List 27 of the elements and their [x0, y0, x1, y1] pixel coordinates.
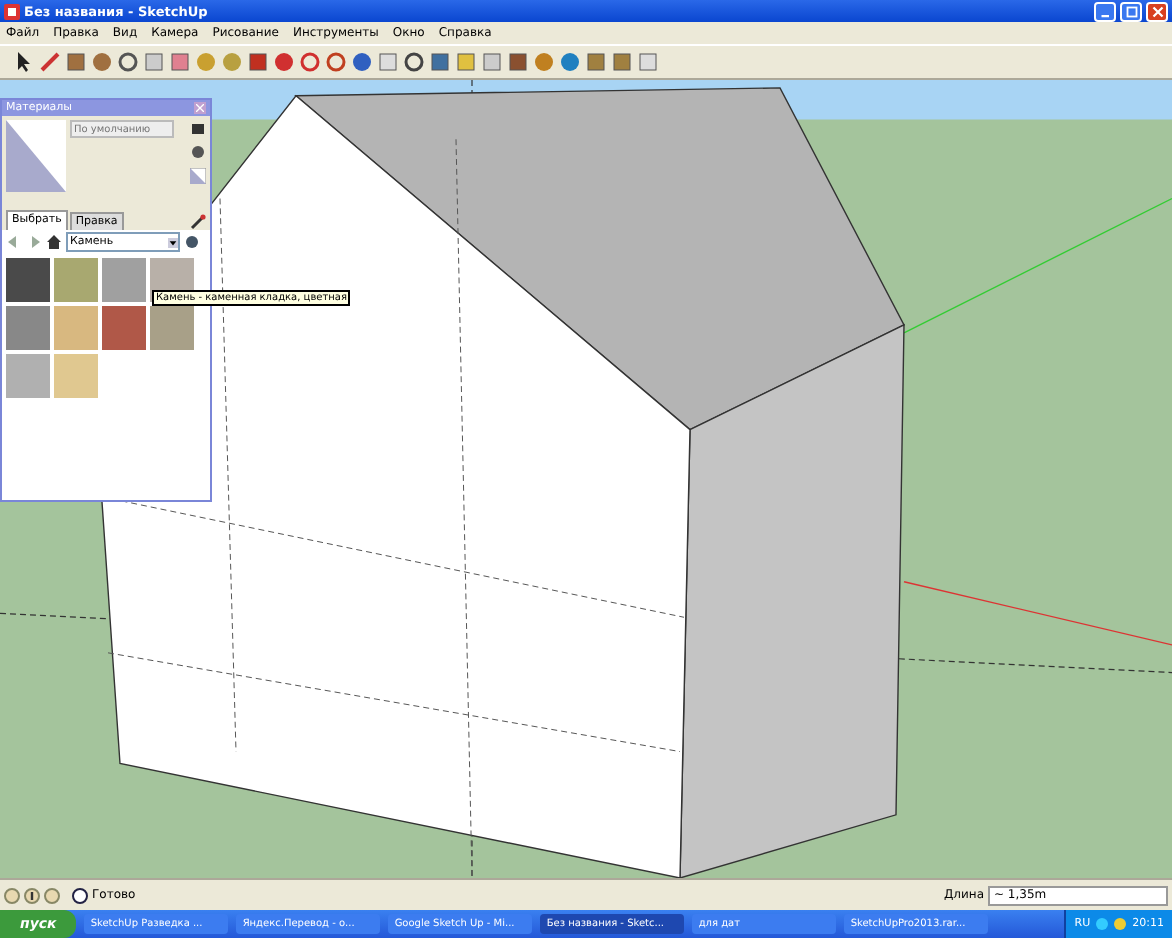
maximize-button[interactable] [1120, 1, 1142, 21]
texture-swatch[interactable] [102, 306, 146, 350]
texture-swatch[interactable] [54, 306, 98, 350]
texture-swatch[interactable] [6, 258, 50, 302]
close-icon [196, 104, 204, 112]
caret-icon [168, 237, 178, 247]
close-button[interactable] [194, 102, 206, 114]
select-arrow-icon[interactable] [12, 50, 36, 74]
texture-swatch[interactable] [54, 354, 98, 398]
close-button[interactable] [1146, 1, 1168, 21]
app-logo-icon [4, 3, 20, 19]
pencil-icon[interactable] [38, 50, 62, 74]
maximize-icon [1125, 5, 1137, 17]
close-icon [1151, 5, 1163, 17]
texture-swatch[interactable] [6, 306, 50, 350]
material-swatch-icon[interactable] [190, 168, 206, 184]
minimize-button[interactable] [1094, 1, 1116, 21]
material-preview [6, 120, 66, 192]
eyedropper-icon[interactable] [190, 214, 206, 230]
texture-swatch[interactable] [6, 354, 50, 398]
rectangle-icon[interactable] [64, 50, 88, 74]
texture-swatch[interactable] [54, 258, 98, 302]
home-icon[interactable] [46, 234, 62, 250]
texture-swatch[interactable] [150, 306, 194, 350]
back-arrow-icon[interactable] [6, 234, 22, 250]
circle-icon[interactable] [90, 50, 114, 74]
texture-swatch[interactable] [102, 258, 146, 302]
